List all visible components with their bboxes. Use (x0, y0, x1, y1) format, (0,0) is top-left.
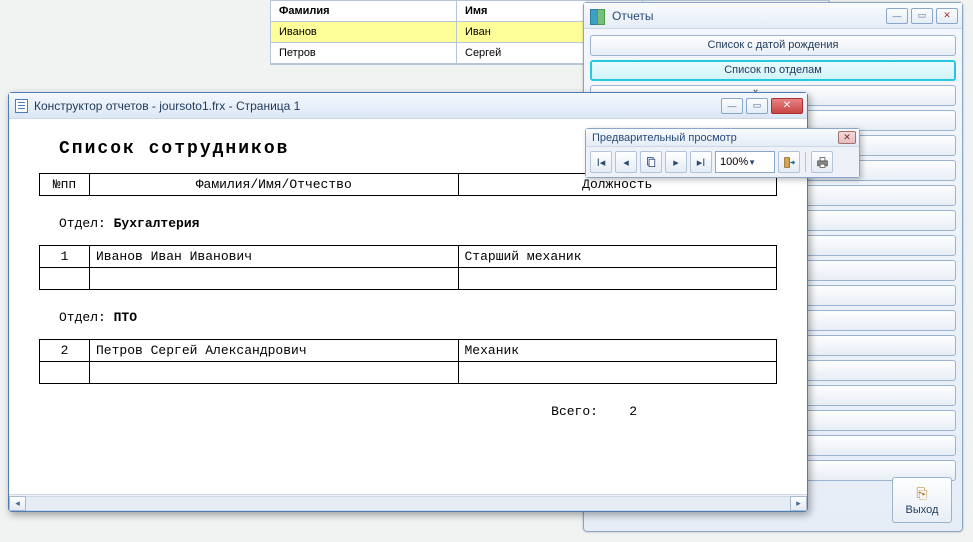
table-row (40, 362, 777, 384)
preview-title: Предварительный просмотр (592, 132, 838, 144)
scroll-left-button[interactable]: ◂ (9, 496, 26, 511)
maximize-button[interactable]: ▭ (911, 8, 933, 24)
zoom-value: 100% (720, 156, 748, 168)
cell-number: 2 (40, 340, 90, 362)
exit-label: Выход (906, 504, 939, 516)
document-icon (15, 99, 28, 113)
last-page-button[interactable]: ▸I (690, 151, 712, 173)
table-row (40, 268, 777, 290)
door-exit-icon (783, 156, 796, 169)
col-number: №пп (40, 174, 90, 196)
cell-post: Механик (458, 340, 777, 362)
section-table: 2Петров Сергей АлександровичМеханик (39, 339, 777, 384)
exit-button[interactable]: ⎘ Выход (892, 477, 952, 523)
reports-title: Отчеты (612, 9, 886, 23)
cell-empty (458, 362, 777, 384)
horizontal-scrollbar[interactable]: ◂ ▸ (9, 494, 807, 511)
section-table: 1Иванов Иван ИвановичСтарший механик (39, 245, 777, 290)
scroll-right-button[interactable]: ▸ (790, 496, 807, 511)
designer-titlebar[interactable]: Конструктор отчетов - joursoto1.frx - Ст… (9, 93, 807, 119)
scroll-track[interactable] (26, 496, 790, 511)
designer-title: Конструктор отчетов - joursoto1.frx - Ст… (34, 99, 721, 113)
minimize-button[interactable]: — (721, 98, 743, 114)
first-page-button[interactable]: I◂ (590, 151, 612, 173)
separator (805, 152, 806, 172)
prev-page-button[interactable]: ◂ (615, 151, 637, 173)
maximize-button[interactable]: ▭ (746, 98, 768, 114)
close-preview-button[interactable] (778, 151, 800, 173)
zoom-combo[interactable]: 100% ▼ (715, 151, 775, 173)
exit-icon: ⎘ (916, 485, 927, 502)
cell-empty (90, 268, 459, 290)
total-row: Всего: 2 (39, 404, 777, 419)
close-button[interactable]: ✕ (936, 8, 958, 24)
next-page-button[interactable]: ▸ (665, 151, 687, 173)
cell-post: Старший механик (458, 246, 777, 268)
cell-empty (40, 362, 90, 384)
total-value: 2 (629, 404, 637, 419)
printer-icon (816, 156, 829, 169)
report-button[interactable]: Список по отделам (590, 60, 956, 81)
goto-icon (645, 156, 658, 169)
table-row: 2Петров Сергей АлександровичМеханик (40, 340, 777, 362)
print-button[interactable] (811, 151, 833, 173)
table-row: 1Иванов Иван ИвановичСтарший механик (40, 246, 777, 268)
cell-fio: Петров Сергей Александрович (90, 340, 459, 362)
reports-titlebar[interactable]: Отчеты — ▭ ✕ (584, 3, 962, 29)
preview-titlebar[interactable]: Предварительный просмотр ✕ (586, 129, 859, 147)
col-fio: Фамилия/Имя/Отчество (90, 174, 459, 196)
minimize-button[interactable]: — (886, 8, 908, 24)
cell-empty (40, 268, 90, 290)
section-label: Отдел: ПТО (59, 310, 777, 325)
cell-fio: Иванов Иван Иванович (90, 246, 459, 268)
cell-empty (90, 362, 459, 384)
section-label: Отдел: Бухгалтерия (59, 216, 777, 231)
cell-number: 1 (40, 246, 90, 268)
goto-page-button[interactable] (640, 151, 662, 173)
close-button[interactable]: ✕ (771, 98, 803, 114)
cell-empty (458, 268, 777, 290)
reports-icon (590, 9, 606, 23)
chevron-down-icon[interactable]: ▼ (748, 158, 770, 167)
preview-toolbar[interactable]: Предварительный просмотр ✕ I◂ ◂ ▸ ▸I 100… (585, 128, 860, 178)
preview-close-button[interactable]: ✕ (838, 131, 856, 144)
report-button[interactable]: Список с датой рождения (590, 35, 956, 56)
grid-col-1: Фамилия (271, 1, 457, 22)
total-label: Всего: (551, 404, 598, 419)
